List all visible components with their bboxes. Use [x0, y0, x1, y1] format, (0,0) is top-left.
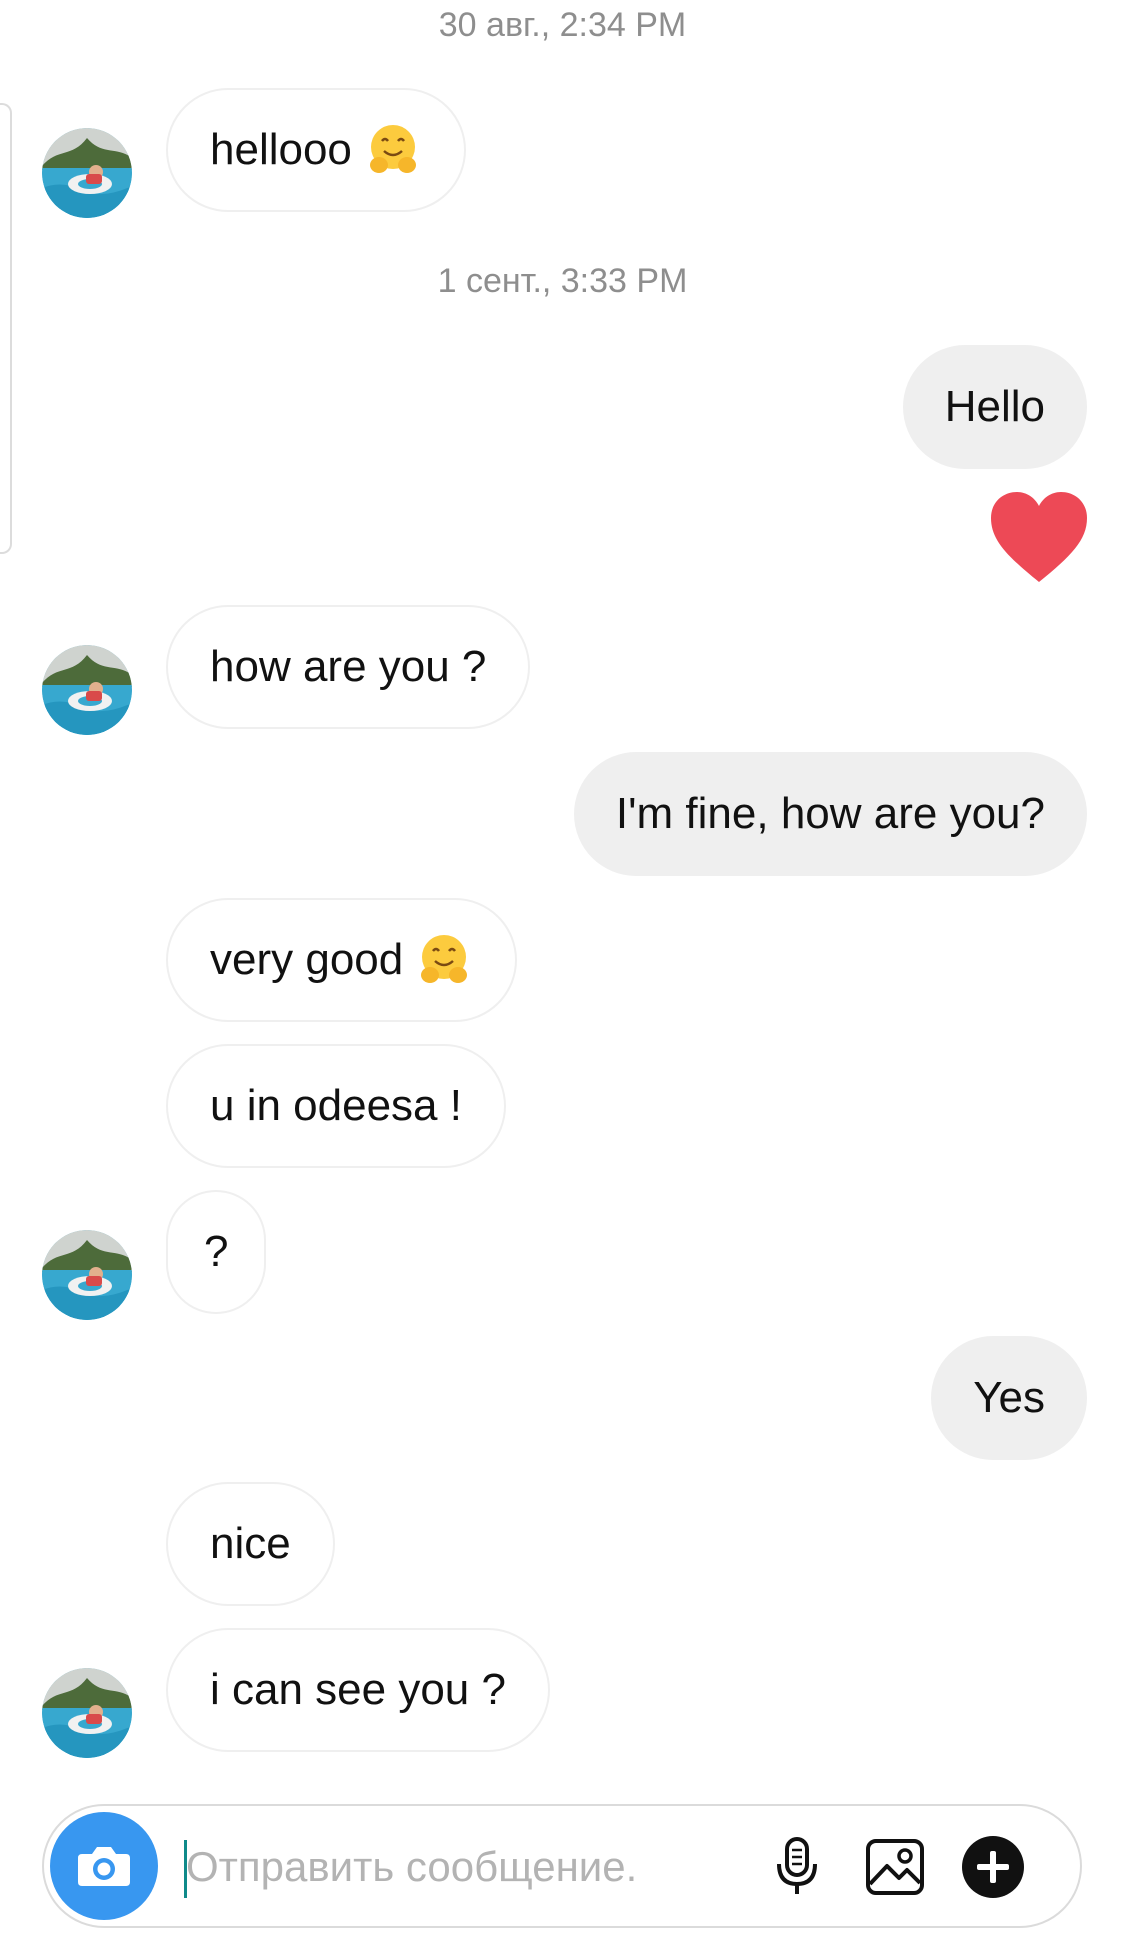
avatar[interactable]: [42, 128, 132, 218]
incoming-message[interactable]: hellooo: [166, 88, 466, 212]
avatar-image: [42, 1668, 132, 1758]
incoming-message[interactable]: ?: [166, 1190, 267, 1314]
camera-button[interactable]: [50, 1812, 158, 1920]
incoming-message[interactable]: how are you ?: [166, 605, 531, 729]
outgoing-message[interactable]: Hello: [902, 345, 1087, 469]
microphone-icon: [777, 1837, 817, 1894]
timestamp: 30 авг., 2:34 PM: [438, 6, 687, 44]
avatar-image: [42, 128, 132, 218]
hugging-face-icon: [364, 121, 422, 179]
message-input[interactable]: [186, 1828, 636, 1906]
message-text: u in odeesa !: [210, 1081, 462, 1130]
message-text: very good: [210, 935, 404, 984]
avatar[interactable]: [42, 1668, 132, 1758]
more-button[interactable]: [960, 1834, 1026, 1900]
outgoing-message[interactable]: I'm fine, how are you?: [573, 752, 1087, 876]
message-text: i can see you ?: [210, 1665, 506, 1714]
camera-icon: [78, 1847, 130, 1886]
message-text: hellooo: [210, 125, 352, 174]
incoming-message[interactable]: u in odeesa !: [166, 1044, 506, 1168]
message-text: ?: [204, 1227, 229, 1276]
incoming-message[interactable]: i can see you ?: [166, 1628, 550, 1752]
microphone-button[interactable]: [764, 1834, 830, 1900]
incoming-message[interactable]: nice: [166, 1482, 335, 1606]
message-text: nice: [210, 1519, 291, 1568]
heart-icon[interactable]: [987, 490, 1091, 586]
message-text: how are you ?: [210, 642, 487, 691]
outgoing-message[interactable]: Yes: [931, 1336, 1087, 1460]
side-panel-edge: [0, 103, 12, 554]
plus-circle-icon: [962, 1836, 1024, 1898]
timestamp: 1 сент., 3:33 PM: [437, 262, 688, 300]
gallery-button[interactable]: [862, 1834, 928, 1900]
incoming-message[interactable]: very good: [166, 898, 518, 1022]
message-text: Hello: [944, 382, 1045, 431]
message-text: I'm fine, how are you?: [615, 789, 1045, 838]
avatar[interactable]: [42, 645, 132, 735]
avatar-image: [42, 1230, 132, 1320]
message-composer: [42, 1804, 1082, 1928]
message-text: Yes: [973, 1373, 1045, 1422]
avatar-image: [42, 645, 132, 735]
hugging-face-icon: [415, 931, 473, 989]
image-icon: [866, 1839, 924, 1895]
avatar[interactable]: [42, 1230, 132, 1320]
